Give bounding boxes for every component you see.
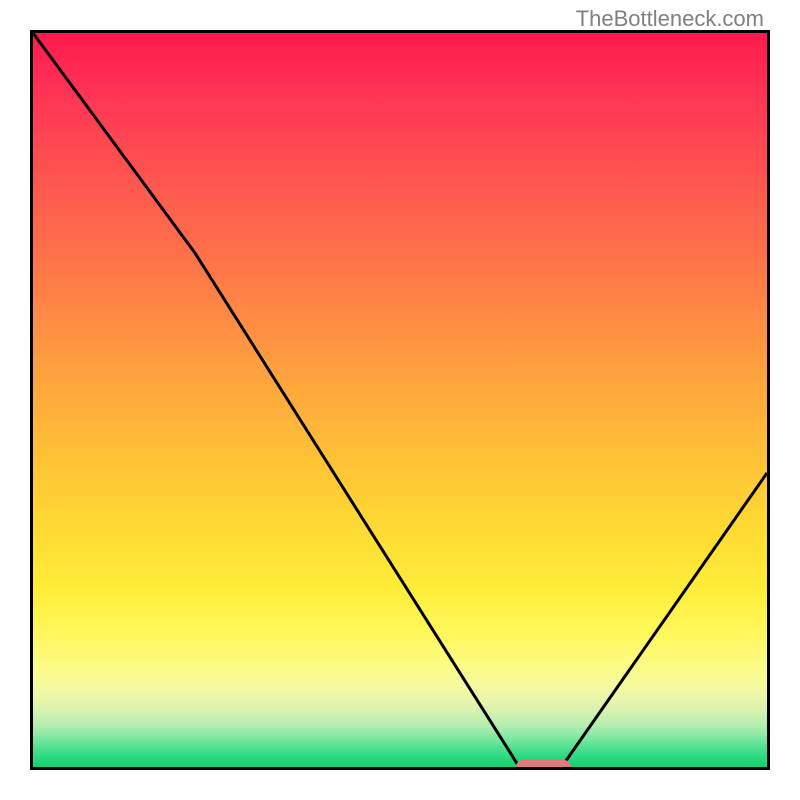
optimal-marker bbox=[516, 760, 571, 770]
curve-svg bbox=[33, 33, 767, 767]
bottleneck-curve bbox=[33, 33, 767, 765]
chart-container: TheBottleneck.com bbox=[0, 0, 800, 800]
watermark-text: TheBottleneck.com bbox=[576, 6, 764, 32]
plot-area bbox=[30, 30, 770, 770]
